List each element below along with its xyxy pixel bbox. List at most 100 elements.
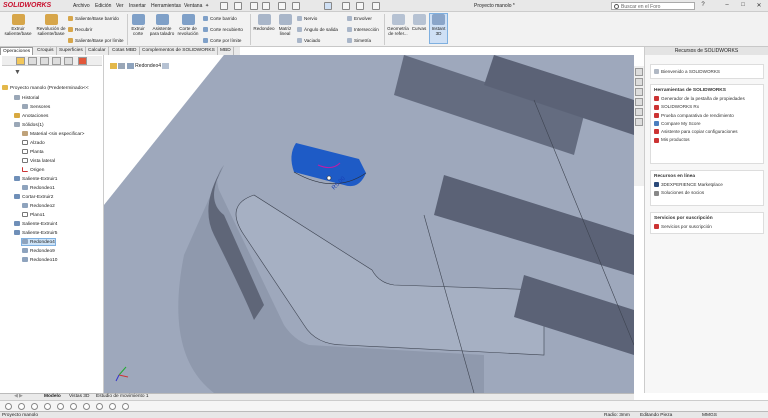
- tab-complementos[interactable]: Complementos de SOLIDWORKS: [140, 47, 218, 55]
- tab-vistas-3d[interactable]: Vistas 3D: [69, 394, 89, 399]
- hole-wizard-button[interactable]: Asistente para taladro: [148, 14, 176, 36]
- tree-item-saliente-extruir1[interactable]: Saliente-Extruir1: [14, 176, 57, 182]
- fillet-feature-icon[interactable]: [126, 63, 134, 69]
- body-icon[interactable]: [118, 63, 126, 69]
- print-icon[interactable]: [278, 2, 286, 10]
- save-icon[interactable]: [262, 2, 270, 10]
- boundary-cut-button[interactable]: Corte por límite: [203, 38, 241, 44]
- lofted-cut-button[interactable]: Corte recubierto: [203, 27, 243, 33]
- dimxpert-icon[interactable]: [52, 57, 61, 65]
- new-document-icon[interactable]: [234, 2, 242, 10]
- custom-properties-icon[interactable]: [635, 118, 643, 126]
- extruded-cut-button[interactable]: Extruir corte: [129, 14, 147, 36]
- tree-item-redondeo10[interactable]: Redondeo10: [22, 257, 57, 263]
- file-explorer-icon[interactable]: [635, 88, 643, 96]
- section-view-icon[interactable]: [44, 403, 51, 410]
- fillet-handle[interactable]: [326, 175, 332, 181]
- tree-item-saliente-extruir5[interactable]: Saliente-Extruir5: [14, 230, 57, 236]
- revolve-boss-button[interactable]: Revolución de saliente/base: [35, 14, 67, 36]
- tree-item-redondeo9[interactable]: Redondeo9: [22, 248, 55, 254]
- tab-estudio-movimiento[interactable]: Estudio de movimiento 1: [96, 394, 149, 399]
- tree-item-plano1[interactable]: Plano1: [22, 212, 45, 218]
- configuration-manager-icon[interactable]: [40, 57, 49, 65]
- pin-icon[interactable]: ✦: [205, 3, 209, 9]
- tree-item-alzado[interactable]: Alzado: [22, 140, 45, 146]
- edit-feature-icon[interactable]: [162, 63, 170, 69]
- tool-link[interactable]: Mis productos: [654, 137, 763, 143]
- tab-calcular[interactable]: Calcular: [86, 47, 109, 55]
- menu-insertar[interactable]: Insertar: [129, 3, 146, 9]
- tree-item-anotaciones[interactable]: Anotaciones: [14, 113, 48, 119]
- undo-icon[interactable]: [292, 2, 300, 10]
- tree-item-material[interactable]: Material <sin especificar>: [22, 131, 84, 137]
- resources-tab-icon[interactable]: [635, 68, 643, 76]
- select-icon[interactable]: [324, 2, 332, 10]
- hide-show-icon[interactable]: [83, 403, 90, 410]
- graphics-area[interactable]: R5.00: [104, 55, 634, 393]
- tree-item-redondeo1[interactable]: Redondeo1: [22, 185, 55, 191]
- design-library-icon[interactable]: [635, 78, 643, 86]
- fillet-button[interactable]: Redondeo: [252, 14, 276, 31]
- appearance-icon[interactable]: [78, 57, 87, 65]
- subscription-link[interactable]: Servicios por suscripción: [654, 224, 763, 230]
- reference-geometry-button[interactable]: Geometría de refer...: [386, 14, 410, 36]
- tab-nav-arrows[interactable]: ◀ ▶: [14, 394, 23, 399]
- view-palette-icon[interactable]: [635, 98, 643, 106]
- breadcrumb-feature[interactable]: Redondeo4: [135, 63, 161, 69]
- tree-item-cortar-extruir2[interactable]: Cortar-Extruir2: [14, 194, 53, 200]
- tab-croquis[interactable]: Croquis: [35, 47, 57, 55]
- tree-root[interactable]: Proyecto manolo (Predeterminado<<: [2, 85, 89, 91]
- menu-herramientas[interactable]: Herramientas: [151, 3, 181, 9]
- swept-boss-button[interactable]: Saliente/Base barrido: [68, 16, 119, 22]
- tool-link[interactable]: Compare My Score: [654, 121, 763, 127]
- solidworks-logo[interactable]: SOLIDWORKS: [3, 2, 51, 9]
- close-button[interactable]: ✕: [754, 2, 764, 10]
- feature-tree-icon[interactable]: [16, 57, 25, 65]
- search-input[interactable]: Buscar en el Foro: [611, 2, 695, 10]
- display-style-icon[interactable]: [70, 403, 77, 410]
- display-manager-icon[interactable]: [64, 57, 73, 65]
- welcome-link[interactable]: Bienvenido a SOLIDWORKS: [654, 69, 763, 75]
- edit-appearance-icon[interactable]: [96, 403, 103, 410]
- draft-button[interactable]: Ángulo de salida: [297, 27, 338, 33]
- online-link[interactable]: 3DEXPERIENCE Marketplace: [654, 182, 763, 188]
- view-settings-icon[interactable]: [122, 403, 129, 410]
- tool-link[interactable]: Prueba comparativa de rendimiento: [654, 113, 763, 118]
- home-icon[interactable]: [220, 2, 228, 10]
- tree-item-planta[interactable]: Planta: [22, 149, 44, 155]
- instant3d-button[interactable]: Instant 3D: [429, 13, 448, 44]
- tab-mbd[interactable]: MBD: [218, 47, 234, 55]
- tab-operaciones[interactable]: Operaciones: [0, 47, 34, 55]
- boundary-boss-button[interactable]: Saliente/Base por límite: [68, 38, 124, 44]
- tree-item-vista-lateral[interactable]: Vista lateral: [22, 158, 55, 164]
- tab-modelo[interactable]: Modelo: [44, 394, 61, 399]
- rebuild-icon[interactable]: [342, 2, 350, 10]
- tab-cotas-mbd[interactable]: Cotas MBD: [110, 47, 140, 55]
- restore-button[interactable]: □: [738, 2, 748, 10]
- revolved-cut-button[interactable]: Corte de revolución: [177, 14, 199, 36]
- tree-item-saliente-extruir4[interactable]: Saliente-Extruir4: [14, 221, 57, 227]
- wrap-button[interactable]: Envolver: [347, 16, 372, 22]
- shell-button[interactable]: Vaciado: [297, 38, 320, 44]
- tree-item-redondeo4[interactable]: Redondeo4: [21, 238, 56, 246]
- tree-item-sensores[interactable]: Sensores: [22, 104, 50, 110]
- menu-ventana[interactable]: Ventana: [184, 3, 202, 9]
- tool-link[interactable]: Asistente para copiar configuraciones: [654, 129, 763, 135]
- tool-link[interactable]: Generador de la pestaña de propiedades: [654, 96, 763, 102]
- appearances-icon[interactable]: [635, 108, 643, 116]
- rib-button[interactable]: Nervio: [297, 16, 317, 22]
- tab-superficies[interactable]: Superficies: [57, 47, 86, 55]
- tree-item-redondeo2[interactable]: Redondeo2: [22, 203, 55, 209]
- curves-button[interactable]: Curvas: [411, 14, 427, 31]
- minimize-button[interactable]: –: [722, 2, 732, 10]
- online-link[interactable]: Soluciones de socios: [654, 190, 763, 196]
- property-manager-icon[interactable]: [28, 57, 37, 65]
- status-units[interactable]: MMGS: [702, 413, 717, 418]
- tree-item-solidos[interactable]: Sólidos(1): [14, 122, 44, 128]
- zoom-to-fit-icon[interactable]: [5, 403, 12, 410]
- tree-item-historial[interactable]: Historial: [14, 95, 39, 101]
- mirror-button[interactable]: Simetría: [347, 38, 371, 44]
- tree-item-origen[interactable]: Origen: [22, 167, 44, 173]
- file-properties-icon[interactable]: [356, 2, 364, 10]
- apply-scene-icon[interactable]: [109, 403, 116, 410]
